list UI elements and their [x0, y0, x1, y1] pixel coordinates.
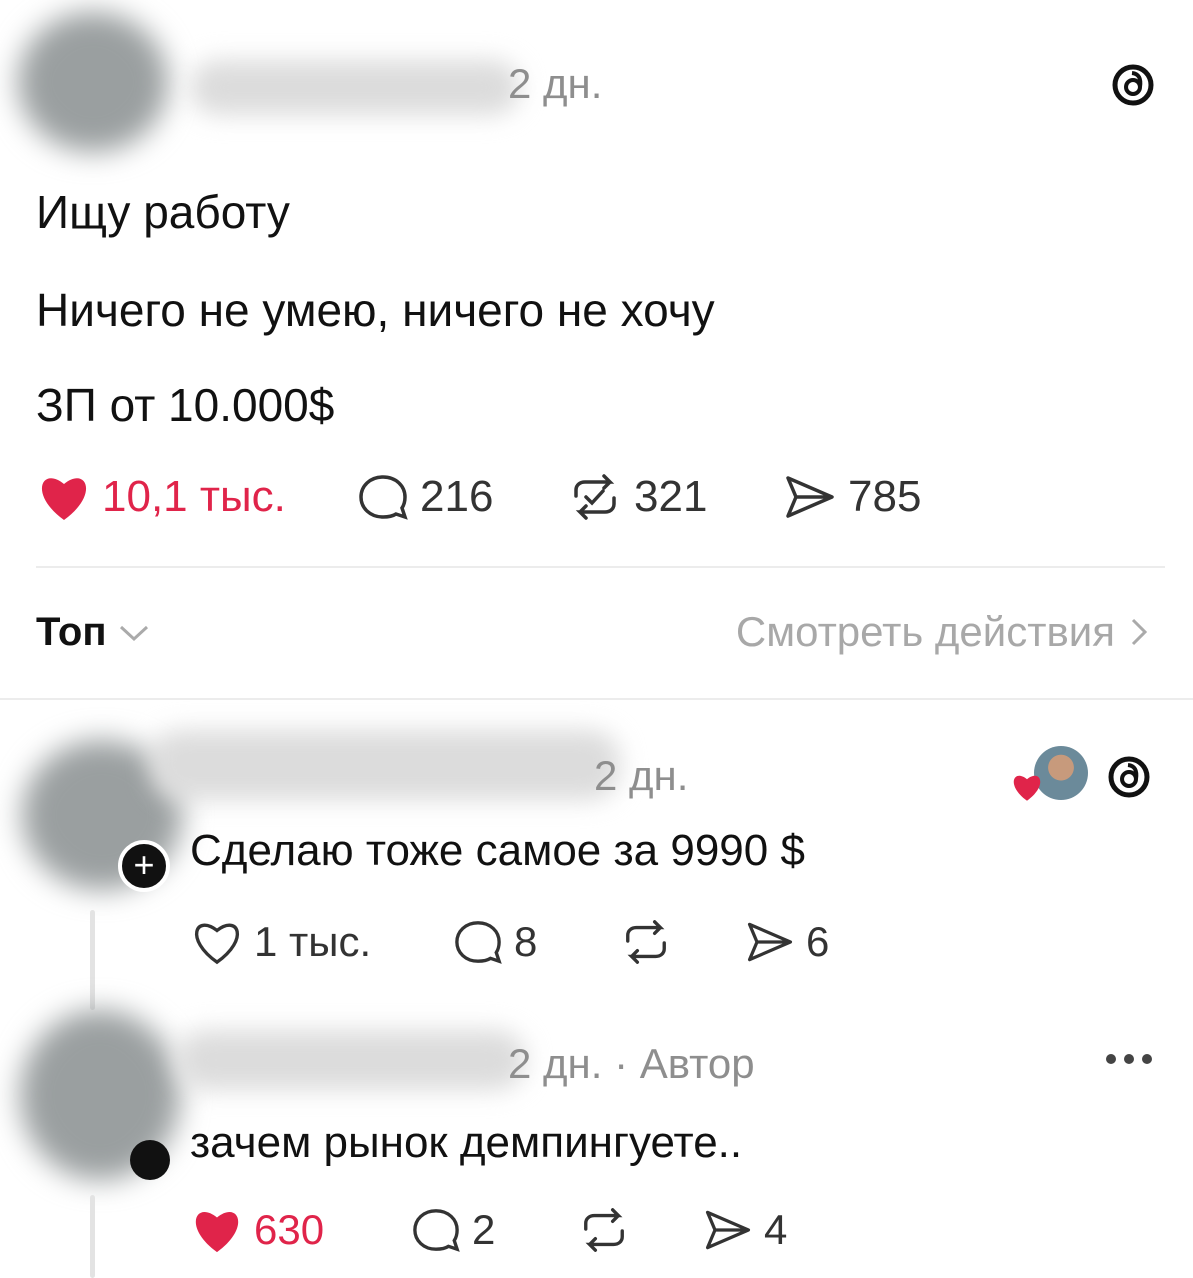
threads-logo-icon[interactable] — [1104, 752, 1154, 802]
comment-count: 8 — [514, 918, 538, 965]
share-button[interactable]: 4 — [702, 1206, 787, 1254]
comment-button[interactable]: 2 — [410, 1206, 495, 1254]
share-icon — [747, 922, 793, 962]
heart-icon — [195, 1212, 239, 1253]
repost-count: 321 — [634, 472, 708, 521]
divider — [36, 566, 1165, 568]
like-button[interactable]: 10,1 тыс. — [36, 472, 286, 522]
sort-dropdown[interactable]: Топ — [36, 610, 151, 655]
reply-username[interactable] — [150, 730, 620, 800]
like-count: 630 — [254, 1206, 325, 1253]
divider — [0, 698, 1193, 700]
like-count: 10,1 тыс. — [102, 472, 286, 521]
comment-count: 2 — [472, 1206, 496, 1253]
reply-text: зачем рынок демпингуете.. — [190, 1118, 743, 1167]
like-button[interactable]: 630 — [190, 1206, 324, 1254]
author-liked-badge — [1010, 746, 1090, 802]
repost-icon — [574, 474, 616, 520]
comment-button[interactable]: 216 — [356, 472, 493, 522]
thread-line — [90, 1195, 95, 1278]
more-icon[interactable] — [1106, 1054, 1152, 1064]
comment-icon — [455, 921, 502, 964]
like-button[interactable]: 1 тыс. — [190, 918, 371, 966]
chevron-right-icon — [1131, 618, 1148, 646]
share-count: 785 — [848, 472, 922, 521]
chevron-down-icon — [119, 625, 148, 641]
comment-count: 216 — [420, 472, 494, 521]
heart-icon — [195, 923, 239, 965]
repost-button[interactable] — [618, 918, 674, 966]
repost-button[interactable] — [576, 1206, 632, 1254]
view-activity-link[interactable]: Смотреть действия — [736, 608, 1149, 656]
post-line-3: ЗП от 10.000$ — [36, 379, 335, 431]
comment-icon — [413, 1209, 460, 1252]
comment-button[interactable]: 8 — [452, 918, 537, 966]
post-timestamp: 2 дн. — [508, 60, 603, 107]
like-count: 1 тыс. — [254, 918, 372, 965]
share-button[interactable]: 6 — [744, 918, 829, 966]
follow-plus-icon[interactable]: + — [118, 840, 170, 892]
share-count: 6 — [806, 918, 830, 965]
threads-logo-icon[interactable] — [1108, 60, 1158, 110]
share-button[interactable]: 785 — [782, 472, 921, 522]
author-tag: · Автор — [614, 1040, 755, 1087]
sort-label: Топ — [36, 610, 107, 654]
view-activity-label: Смотреть действия — [735, 608, 1115, 655]
share-count: 4 — [764, 1206, 788, 1253]
thread-line — [90, 910, 95, 1010]
reply-username[interactable] — [176, 1030, 526, 1090]
author-avatar[interactable] — [18, 12, 168, 152]
repost-icon — [626, 920, 666, 964]
repost-icon — [584, 1208, 624, 1252]
author-username[interactable] — [190, 60, 520, 115]
heart-icon — [41, 478, 87, 520]
comment-icon — [359, 475, 408, 520]
share-icon — [786, 476, 834, 518]
post-line-2: Ничего не умею, ничего не хочу — [36, 284, 715, 336]
heart-icon — [1013, 775, 1041, 801]
reply-text: Сделаю тоже самое за 9990 $ — [190, 826, 805, 875]
share-icon — [705, 1210, 751, 1250]
post-line-1: Ищу работу — [36, 186, 290, 238]
repost-button[interactable]: 321 — [566, 472, 707, 522]
reply-timestamp: 2 дн. · Автор — [508, 1040, 755, 1088]
reply-timestamp: 2 дн. — [594, 752, 689, 799]
reply-time: 2 дн. — [508, 1040, 603, 1087]
avatar-badge — [130, 1140, 170, 1180]
